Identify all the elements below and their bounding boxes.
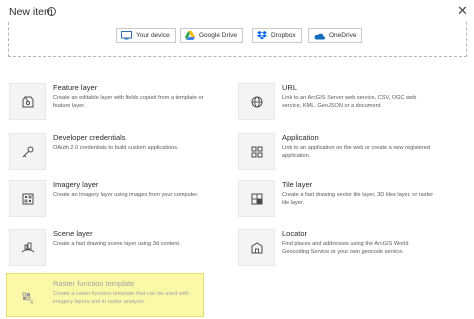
icon-container — [238, 180, 275, 217]
icon-container — [9, 229, 46, 266]
item-description: Find places and addresses using the ArcG… — [282, 241, 409, 255]
monitor-icon — [121, 31, 132, 40]
item-card-url[interactable]: URL Link to an ArcGIS Server web service… — [238, 83, 434, 128]
imagery-layer-icon — [22, 193, 33, 204]
locator-icon — [251, 241, 262, 253]
google-drive-button[interactable]: Google Drive — [180, 28, 243, 43]
item-description: Create a raster function template that c… — [53, 291, 189, 305]
dropbox-button[interactable]: Dropbox — [252, 28, 302, 43]
item-card-application[interactable]: Application Link to an application on th… — [238, 133, 434, 178]
item-card-locator[interactable]: Locator Find places and addresses using … — [238, 229, 434, 274]
item-description: Create a fast drawing vector tile layer,… — [282, 192, 434, 206]
item-card-feature-layer[interactable]: Feature layer Create an editable layer w… — [9, 83, 205, 128]
svg-text:x: x — [30, 299, 34, 306]
info-icon[interactable]: i — [47, 7, 56, 16]
dropbox-icon — [257, 31, 267, 40]
application-icon — [251, 146, 262, 157]
source-label: OneDrive — [329, 32, 357, 39]
source-label: Your device — [136, 32, 170, 39]
key-icon — [22, 146, 33, 157]
tile-layer-icon — [251, 193, 262, 204]
item-description: Create a fast drawing scene layer using … — [53, 241, 181, 247]
item-card-raster-function-template[interactable]: x Raster function template Create a rast… — [9, 279, 205, 319]
icon-container: x — [9, 279, 46, 316]
icon-container — [9, 83, 46, 120]
item-description: Link to an ArcGIS Server web service, CS… — [282, 95, 417, 109]
onedrive-icon — [314, 33, 325, 39]
icon-container — [238, 133, 275, 170]
item-card-imagery-layer[interactable]: Imagery layer Create an imagery layer us… — [9, 180, 205, 225]
item-name: Feature layer — [53, 83, 98, 92]
item-name: Imagery layer — [53, 180, 99, 189]
item-description: OAuth 2.0 credentials to build custom ap… — [53, 145, 179, 151]
item-name: Tile layer — [282, 180, 313, 189]
icon-container — [238, 83, 275, 120]
item-card-scene-layer[interactable]: Scene layer Create a fast drawing scene … — [9, 229, 205, 274]
icon-container — [9, 180, 46, 217]
item-name: Locator — [282, 229, 308, 238]
onedrive-button[interactable]: OneDrive — [308, 28, 363, 43]
globe-icon — [251, 96, 262, 107]
your-device-button[interactable]: Your device — [116, 28, 176, 43]
item-card-developer-credentials[interactable]: Developer credentials OAuth 2.0 credenti… — [9, 133, 205, 178]
source-label: Dropbox — [271, 32, 296, 39]
source-label: Google Drive — [199, 32, 237, 39]
icon-container — [9, 133, 46, 170]
item-name: Raster function template — [53, 279, 135, 288]
item-name: URL — [282, 83, 298, 92]
item-description: Create an imagery layer using images fro… — [53, 192, 199, 198]
item-description: Link to an application on the web or cre… — [282, 145, 431, 159]
close-icon[interactable]: ✕ — [457, 4, 468, 19]
item-description: Create an editable layer with fields cop… — [53, 95, 204, 109]
item-name: Scene layer — [53, 229, 93, 238]
item-name: Developer credentials — [53, 133, 126, 142]
scene-layer-icon — [21, 242, 34, 252]
item-name: Application — [282, 133, 319, 142]
item-card-tile-layer[interactable]: Tile layer Create a fast drawing vector … — [238, 180, 434, 225]
feature-layer-icon — [22, 96, 33, 107]
icon-container — [238, 229, 275, 266]
raster-function-icon: x — [22, 292, 34, 306]
google-drive-icon — [185, 31, 195, 40]
